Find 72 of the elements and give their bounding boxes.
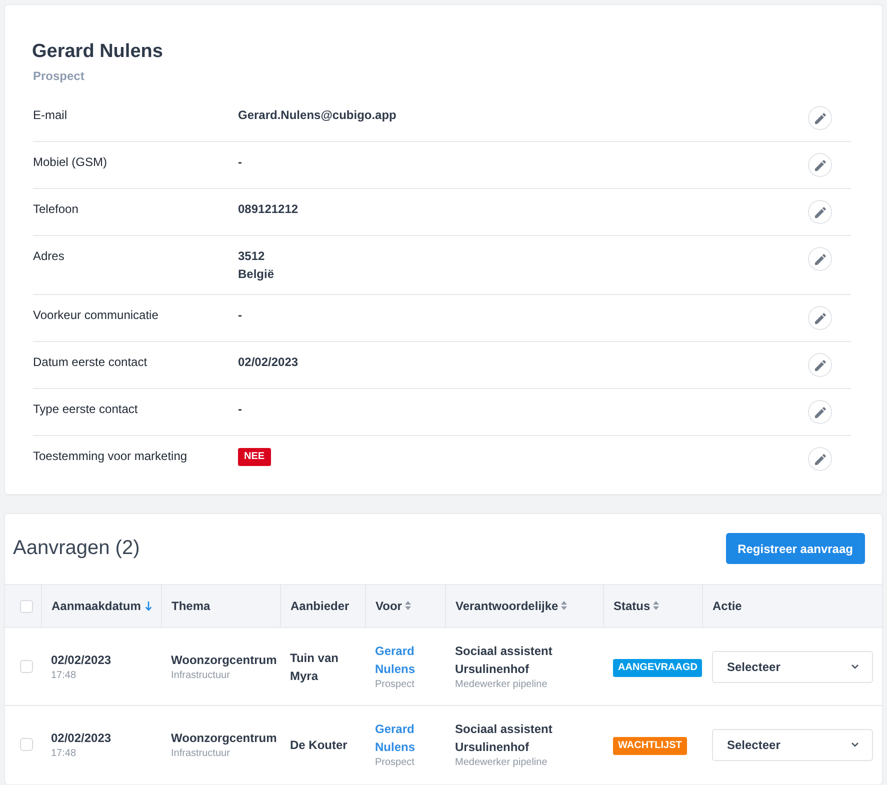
responsible-name: Sociaal assistent Ursulinenhof: [455, 642, 554, 678]
field-value: -: [238, 154, 242, 171]
column-header: Aanbieder: [290, 598, 350, 613]
field-value: -: [238, 401, 242, 418]
theme-category: Infrastructuur: [171, 668, 230, 682]
edit-button[interactable]: [808, 247, 832, 271]
pencil-icon: [814, 360, 826, 370]
edit-button[interactable]: [808, 400, 832, 424]
sort-icon[interactable]: [653, 601, 660, 610]
field-value: 089121212: [238, 201, 298, 218]
edit-button[interactable]: [808, 153, 832, 177]
theme-name: Woonzorgcentrum: [171, 652, 277, 668]
pencil-icon: [814, 160, 826, 170]
provider-name: De Kouter: [290, 738, 348, 752]
pencil-icon: [814, 454, 826, 464]
pencil-icon: [814, 206, 826, 218]
status-badge: AANGEVRAAGD: [613, 658, 702, 676]
pencil-icon: [814, 254, 826, 264]
contact-type: Prospect: [375, 678, 414, 692]
edit-button[interactable]: [808, 106, 832, 130]
checkbox[interactable]: [20, 660, 33, 673]
contact-type: Prospect: [33, 68, 84, 84]
column-header[interactable]: Status: [614, 598, 650, 613]
theme-name: Woonzorgcentrum: [171, 730, 277, 747]
field-value: -: [238, 307, 242, 324]
theme-category: Infrastructuur: [171, 746, 230, 761]
chevron-down-icon: [851, 664, 859, 669]
status-badge: WACHTLIJST: [613, 736, 687, 755]
contact-link[interactable]: Gerard Nulens: [375, 720, 435, 756]
field-label: Telefoon: [33, 201, 78, 218]
field-label: E-mail: [33, 107, 68, 124]
contact-type: Prospect: [375, 756, 414, 770]
field-value: 02/02/2023: [238, 354, 298, 371]
column-header: Thema: [172, 598, 210, 613]
pencil-icon: [814, 312, 826, 324]
field-value: Gerard.Nulens@cubigo.app: [238, 107, 396, 124]
responsible-role: Medewerker pipeline: [455, 756, 548, 770]
contact-name: Gerard Nulens: [32, 40, 163, 64]
action-select[interactable]: Selecteer: [712, 728, 873, 761]
sort-icon[interactable]: [404, 601, 411, 610]
created-date: 02/02/2023: [51, 652, 112, 668]
contact-link[interactable]: Gerard Nulens: [375, 642, 435, 678]
edit-button[interactable]: [808, 306, 832, 330]
created-time: 17:48: [51, 668, 76, 682]
field-value: 3512 België: [238, 248, 274, 283]
checkbox[interactable]: [20, 600, 33, 612]
field-label: Type eerste contact: [33, 401, 138, 418]
section-title: Aanvragen (2): [13, 537, 140, 560]
field-label: Toestemming voor marketing: [33, 448, 188, 465]
pencil-icon: [814, 406, 826, 418]
register-request-button[interactable]: Registreer aanvraag: [726, 533, 865, 564]
field-label: Voorkeur communicatie: [33, 307, 158, 324]
chevron-down-icon: [851, 742, 859, 748]
field-label: Adres: [33, 248, 64, 265]
created-time: 17:48: [51, 746, 76, 761]
field-label: Mobiel (GSM): [33, 154, 108, 171]
consent-badge: NEE: [238, 448, 271, 466]
action-select[interactable]: Selecteer: [712, 650, 873, 682]
sort-icon[interactable]: [561, 601, 568, 610]
provider-name: Tuin van Myra: [290, 650, 338, 682]
arrow-down-icon[interactable]: [144, 600, 152, 611]
responsible-name: Sociaal assistent Ursulinenhof: [455, 720, 554, 756]
created-date: 02/02/2023: [51, 730, 112, 747]
column-header: Actie: [712, 598, 742, 613]
edit-button[interactable]: [808, 353, 832, 377]
column-header[interactable]: Voor: [376, 598, 402, 613]
pencil-icon: [814, 112, 826, 124]
edit-button[interactable]: [808, 447, 832, 471]
field-label: Datum eerste contact: [33, 354, 148, 371]
responsible-role: Medewerker pipeline: [455, 678, 548, 692]
checkbox[interactable]: [20, 738, 33, 752]
edit-button[interactable]: [808, 200, 832, 224]
